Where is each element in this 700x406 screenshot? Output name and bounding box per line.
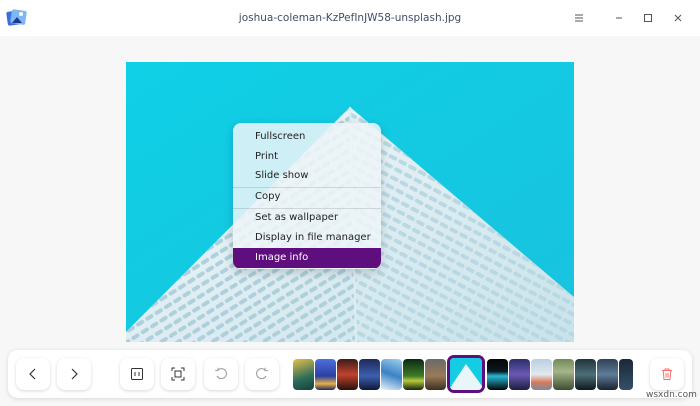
previous-button[interactable] <box>16 358 50 390</box>
thumbnail[interactable] <box>359 359 380 390</box>
thumbnail[interactable] <box>575 359 596 390</box>
menu-item-fullscreen[interactable]: Fullscreen <box>233 127 381 147</box>
next-button[interactable] <box>57 358 91 390</box>
original-size-icon <box>131 368 143 380</box>
thumbnail[interactable] <box>315 359 336 390</box>
fit-window-icon <box>171 367 185 381</box>
next-icon <box>71 368 78 380</box>
fit-to-window-button[interactable] <box>161 358 195 390</box>
thumbnail-selected[interactable] <box>447 355 485 393</box>
maximize-icon <box>644 14 652 22</box>
rotate-right-button[interactable] <box>245 358 279 390</box>
menu-item-slide-show[interactable]: Slide show <box>233 166 381 186</box>
original-size-button[interactable] <box>120 358 154 390</box>
minimize-icon <box>616 17 622 19</box>
menu-button[interactable] <box>567 6 591 30</box>
menu-icon <box>575 14 583 22</box>
menu-item-copy[interactable]: Copy <box>233 187 381 207</box>
thumbnail[interactable] <box>293 359 314 390</box>
menu-item-set-as-wallpaper[interactable]: Set as wallpaper <box>233 208 381 228</box>
maximize-button[interactable] <box>636 6 660 30</box>
thumbnail[interactable] <box>597 359 618 390</box>
close-button[interactable] <box>666 6 690 30</box>
thumbnail[interactable] <box>425 359 446 390</box>
close-icon <box>674 14 682 22</box>
title-bar: joshua-coleman-KzPefInJW58-unsplash.jpg <box>0 0 700 36</box>
thumbnail[interactable] <box>403 359 424 390</box>
menu-item-display-in-file-manager[interactable]: Display in file manager <box>233 228 381 248</box>
delete-button[interactable] <box>650 358 684 390</box>
thumbnail[interactable] <box>619 359 633 390</box>
trash-icon <box>662 368 672 380</box>
rotate-right-icon <box>256 367 268 380</box>
previous-icon <box>29 368 36 380</box>
thumbnail[interactable] <box>381 359 402 390</box>
selected-thumbnail-image <box>450 358 482 390</box>
menu-item-print[interactable]: Print <box>233 147 381 167</box>
thumbnail[interactable] <box>337 359 358 390</box>
thumbnail[interactable] <box>487 359 508 390</box>
window-title: joshua-coleman-KzPefInJW58-unsplash.jpg <box>238 12 462 24</box>
thumbnail[interactable] <box>553 359 574 390</box>
menu-item-image-info[interactable]: Image info <box>233 248 381 268</box>
thumbnail[interactable] <box>531 359 552 390</box>
context-menu: Fullscreen Print Slide show Copy Set as … <box>233 123 381 269</box>
bottom-toolbar <box>8 350 692 398</box>
rotate-left-button[interactable] <box>204 358 238 390</box>
rotate-left-icon <box>215 367 227 380</box>
watermark: wsxdn.com <box>646 390 697 400</box>
thumbnail[interactable] <box>509 359 530 390</box>
minimize-button[interactable] <box>607 6 631 30</box>
